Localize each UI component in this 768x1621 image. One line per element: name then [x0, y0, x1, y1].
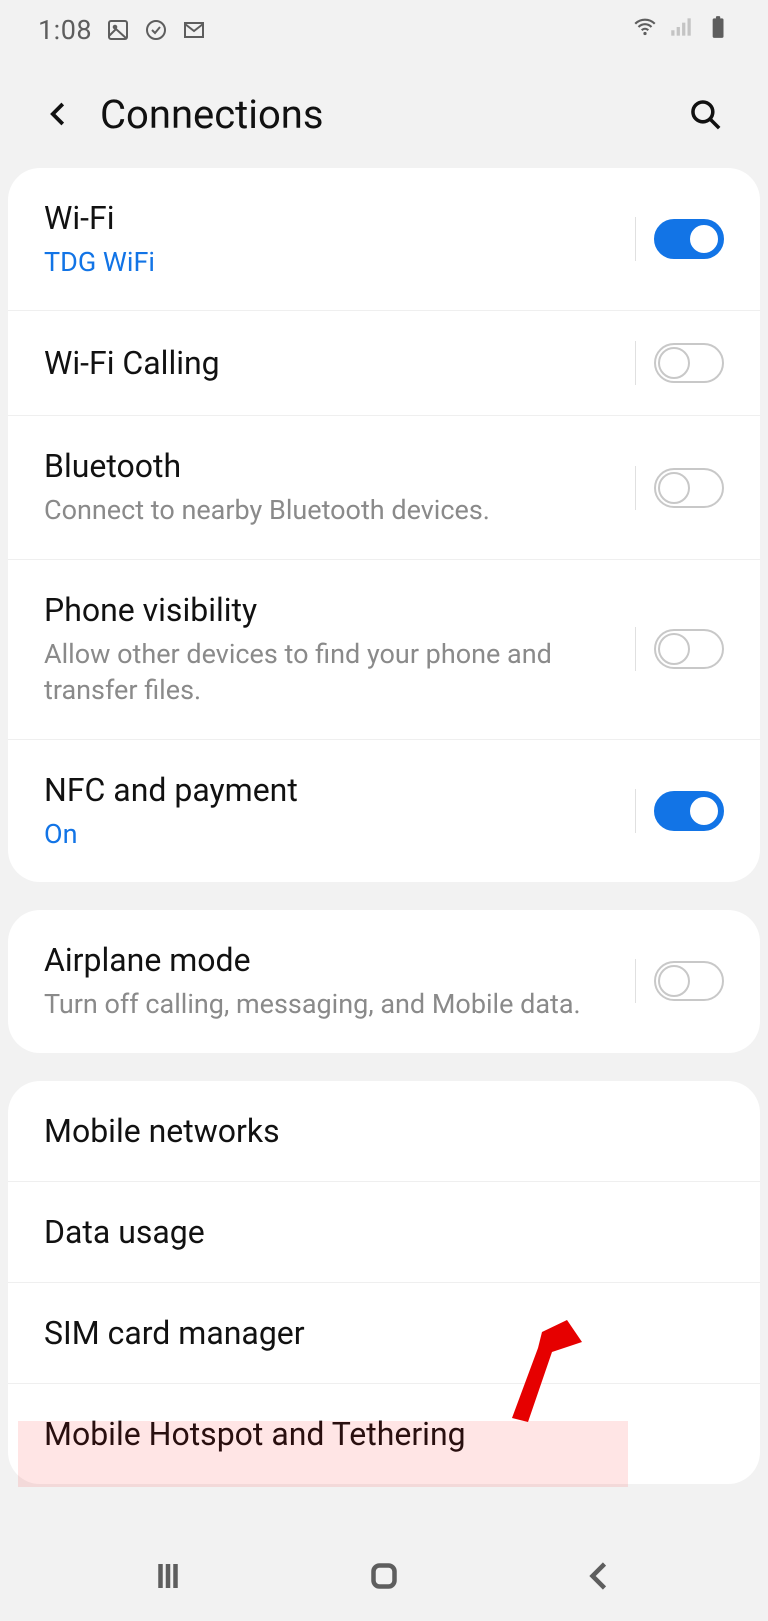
wifi-icon: [632, 14, 658, 47]
wifi-calling-toggle[interactable]: [654, 343, 724, 383]
row-subtitle: Connect to nearby Bluetooth devices.: [44, 492, 615, 528]
check-circle-icon: [144, 18, 168, 42]
row-wifi[interactable]: Wi-Fi TDG WiFi: [8, 168, 760, 310]
row-title: Wi-Fi Calling: [44, 343, 615, 383]
row-phone-visibility[interactable]: Phone visibility Allow other devices to …: [8, 559, 760, 739]
row-subtitle: Allow other devices to find your phone a…: [44, 636, 615, 709]
phone-visibility-toggle[interactable]: [654, 629, 724, 669]
nav-home-button[interactable]: [354, 1546, 414, 1606]
divider: [635, 789, 636, 833]
row-wifi-calling[interactable]: Wi-Fi Calling: [8, 310, 760, 415]
page-header: Connections: [0, 60, 768, 168]
row-title: Phone visibility: [44, 590, 615, 630]
row-title: Mobile networks: [44, 1111, 704, 1151]
row-airplane[interactable]: Airplane mode Turn off calling, messagin…: [8, 910, 760, 1052]
row-mobile-networks[interactable]: Mobile networks: [8, 1081, 760, 1181]
row-subtitle: On: [44, 816, 615, 852]
settings-group-3: Mobile networks Data usage SIM card mana…: [8, 1081, 760, 1484]
status-bar: 1:08: [0, 0, 768, 60]
back-button[interactable]: [34, 89, 84, 139]
bluetooth-toggle[interactable]: [654, 468, 724, 508]
divider: [635, 466, 636, 510]
nav-recents-button[interactable]: [138, 1546, 198, 1606]
image-icon: [106, 18, 130, 42]
android-nav-bar: [0, 1531, 768, 1621]
row-title: Airplane mode: [44, 940, 615, 980]
row-title: NFC and payment: [44, 770, 615, 810]
row-title: Mobile Hotspot and Tethering: [44, 1414, 704, 1454]
battery-icon: [704, 14, 730, 47]
settings-group-1: Wi-Fi TDG WiFi Wi-Fi Calling Bluetooth C…: [8, 168, 760, 882]
divider: [635, 959, 636, 1003]
nfc-toggle[interactable]: [654, 791, 724, 831]
mail-icon: [182, 18, 206, 42]
settings-group-2: Airplane mode Turn off calling, messagin…: [8, 910, 760, 1052]
status-time: 1:08: [38, 14, 92, 46]
row-subtitle: TDG WiFi: [44, 244, 615, 280]
row-hotspot-tethering[interactable]: Mobile Hotspot and Tethering: [8, 1383, 760, 1484]
row-title: Bluetooth: [44, 446, 615, 486]
signal-icon: [668, 14, 694, 47]
airplane-toggle[interactable]: [654, 961, 724, 1001]
row-bluetooth[interactable]: Bluetooth Connect to nearby Bluetooth de…: [8, 415, 760, 558]
row-title: Data usage: [44, 1212, 704, 1252]
divider: [635, 627, 636, 671]
wifi-toggle[interactable]: [654, 219, 724, 259]
row-nfc[interactable]: NFC and payment On: [8, 739, 760, 882]
row-sim-card-manager[interactable]: SIM card manager: [8, 1282, 760, 1383]
page-title: Connections: [100, 91, 324, 138]
nav-back-button[interactable]: [570, 1546, 630, 1606]
divider: [635, 341, 636, 385]
search-button[interactable]: [680, 89, 730, 139]
row-subtitle: Turn off calling, messaging, and Mobile …: [44, 986, 615, 1022]
divider: [635, 217, 636, 261]
row-title: SIM card manager: [44, 1313, 704, 1353]
row-title: Wi-Fi: [44, 198, 615, 238]
row-data-usage[interactable]: Data usage: [8, 1181, 760, 1282]
